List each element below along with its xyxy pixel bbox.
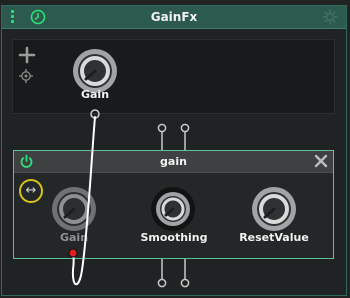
resetvalue-label: ResetValue <box>239 231 309 244</box>
module-output-port-right[interactable] <box>180 259 190 288</box>
module-input-port-left[interactable] <box>157 123 167 150</box>
module-output-port-left[interactable] <box>157 259 167 288</box>
module-title: gain <box>160 155 187 168</box>
swap-icon: ↔ <box>25 183 37 198</box>
resetvalue-knob[interactable] <box>251 186 297 232</box>
module-gain-label: Gain <box>59 231 89 244</box>
module-title-bar[interactable]: gain <box>14 151 333 173</box>
swap-button[interactable]: ↔ <box>19 179 43 203</box>
app-root: GainFx Gain gain ↔ Gain Smoothing ResetV… <box>0 0 350 298</box>
smoothing-knob[interactable] <box>150 186 196 232</box>
smoothing-label: Smoothing <box>140 231 208 244</box>
rack-output-port[interactable] <box>90 109 100 119</box>
power-icon[interactable] <box>19 154 34 169</box>
module-gain-knob[interactable] <box>51 186 97 232</box>
close-icon[interactable] <box>313 153 329 169</box>
module-input-port-right[interactable] <box>180 123 190 150</box>
